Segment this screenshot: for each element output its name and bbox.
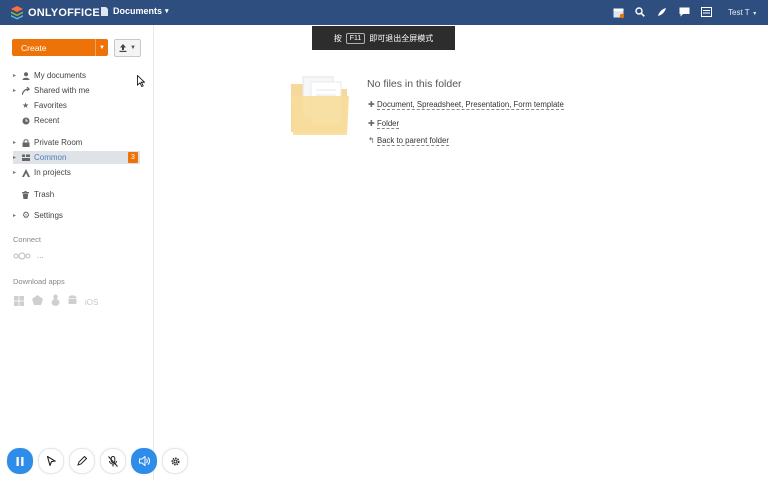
- sidebar: Create ▼ ▼ ▸ My documents ▸ Shared with …: [0, 25, 154, 480]
- module-switcher[interactable]: Documents ▾: [101, 6, 169, 16]
- upload-icon: [119, 44, 127, 52]
- mic-muted-icon: [108, 455, 118, 467]
- feed-icon[interactable]: [656, 6, 668, 18]
- expand-arrow-icon[interactable]: ▸: [13, 154, 22, 161]
- nextcloud-icon[interactable]: [13, 252, 31, 260]
- sidebar-item-settings[interactable]: ▸ ⚙ Settings: [13, 209, 140, 222]
- settings-button[interactable]: [162, 448, 188, 474]
- create-button[interactable]: Create ▼: [12, 39, 108, 56]
- chevron-down-icon: ▾: [165, 8, 169, 15]
- empty-folder-illustration: [289, 74, 351, 141]
- more-services-link[interactable]: ...: [37, 251, 44, 260]
- sidebar-item-recent[interactable]: Recent: [13, 114, 140, 127]
- pointer-button[interactable]: [38, 448, 64, 474]
- cursor-icon: [46, 456, 56, 466]
- fullscreen-toast: 按 F11 即可退出全屏模式: [312, 26, 455, 50]
- toast-key: F11: [345, 32, 366, 44]
- gear-icon: ⚙: [22, 210, 31, 220]
- pause-button[interactable]: [7, 448, 33, 474]
- chevron-down-icon: ▾: [751, 11, 757, 17]
- connect-label: Connect: [13, 235, 41, 244]
- expand-arrow-icon[interactable]: ▸: [13, 169, 22, 176]
- sidebar-item-label: Recent: [34, 116, 60, 125]
- back-arrow-icon: ↰: [368, 136, 375, 145]
- create-file-types[interactable]: Document, Spreadsheet, Presentation, For…: [377, 100, 564, 110]
- documents-icon: [101, 6, 108, 16]
- logo-text: ONLYOFFICE: [28, 6, 100, 19]
- list-icon[interactable]: [700, 6, 712, 18]
- top-bar: ONLYOFFICE Documents ▾ Test T ▾: [0, 0, 768, 25]
- chevron-down-icon[interactable]: ▼: [96, 45, 108, 51]
- logo-icon: [11, 5, 23, 19]
- mouse-cursor-icon: [137, 75, 145, 87]
- sidebar-item-label: Common: [34, 153, 67, 162]
- folder-group-icon: [22, 154, 34, 161]
- star-icon: ★: [22, 101, 30, 110]
- chevron-down-icon: ▼: [130, 45, 136, 51]
- android-icon[interactable]: [67, 293, 78, 311]
- create-folder-label[interactable]: Folder: [377, 119, 400, 129]
- share-icon: [22, 86, 34, 95]
- sidebar-item-label: Private Room: [34, 138, 83, 147]
- folder-icon: [291, 76, 349, 135]
- recorder-controls: [7, 448, 193, 474]
- lock-icon: [22, 138, 34, 147]
- mic-muted-button[interactable]: [100, 448, 126, 474]
- sidebar-item-label: In projects: [34, 168, 71, 177]
- clock-icon: [22, 117, 34, 125]
- expand-arrow-icon[interactable]: ▸: [13, 87, 22, 94]
- create-label: Create: [21, 42, 47, 53]
- gear-icon: [171, 457, 179, 465]
- plus-icon: ✚: [368, 100, 375, 109]
- pen-button[interactable]: [69, 448, 95, 474]
- pen-icon: [77, 456, 87, 466]
- sidebar-item-in-projects[interactable]: ▸ In projects: [13, 166, 140, 179]
- sidebar-item-label: Trash: [34, 190, 55, 199]
- sidebar-item-trash[interactable]: Trash: [13, 188, 140, 201]
- sidebar-item-common[interactable]: ▸ Common 3: [13, 151, 140, 164]
- sidebar-item-label: My documents: [34, 71, 87, 80]
- expand-arrow-icon[interactable]: ▸: [13, 212, 22, 219]
- search-icon[interactable]: [634, 6, 646, 18]
- upload-button[interactable]: ▼: [114, 39, 141, 57]
- sidebar-item-my-documents[interactable]: ▸ My documents: [13, 69, 140, 82]
- module-label: Documents: [113, 6, 163, 16]
- chat-icon[interactable]: [678, 6, 690, 18]
- sidebar-item-favorites[interactable]: ★ Favorites: [13, 99, 140, 112]
- empty-folder-title: No files in this folder: [367, 78, 462, 90]
- sidebar-item-private-room[interactable]: ▸ Private Room: [13, 136, 140, 149]
- create-folder-link[interactable]: ✚ Folder: [368, 119, 400, 129]
- toast-text-post: 即可退出全屏模式: [369, 33, 434, 43]
- expand-arrow-icon[interactable]: ▸: [13, 139, 22, 146]
- sidebar-item-label: Settings: [34, 211, 63, 220]
- sidebar-item-shared-with-me[interactable]: ▸ Shared with me: [13, 84, 140, 97]
- speaker-button[interactable]: [131, 448, 157, 474]
- projects-icon: [22, 168, 34, 177]
- macos-icon[interactable]: [31, 293, 44, 311]
- new-count-badge[interactable]: 3: [128, 152, 138, 163]
- user-name: Test T: [728, 8, 750, 17]
- person-icon: [22, 71, 34, 80]
- linux-icon[interactable]: [51, 293, 60, 311]
- create-file-link[interactable]: ✚ Document, Spreadsheet, Presentation, Fo…: [368, 100, 564, 110]
- ios-link[interactable]: iOS: [85, 298, 98, 307]
- onlyoffice-logo[interactable]: ONLYOFFICE: [11, 5, 100, 20]
- trash-icon: [22, 190, 34, 199]
- download-apps: iOS: [14, 293, 105, 311]
- pause-icon: [16, 456, 24, 466]
- back-to-parent-label[interactable]: Back to parent folder: [377, 136, 449, 146]
- calendar-icon[interactable]: [612, 6, 624, 18]
- sidebar-item-label: Shared with me: [34, 86, 90, 95]
- windows-icon[interactable]: [14, 293, 24, 311]
- speaker-icon: [138, 456, 150, 466]
- toast-text-pre: 按: [333, 33, 342, 43]
- download-apps-label: Download apps: [13, 277, 65, 286]
- sidebar-item-label: Favorites: [34, 101, 67, 110]
- expand-arrow-icon[interactable]: ▸: [13, 72, 22, 79]
- user-menu[interactable]: Test T ▾: [728, 8, 756, 17]
- connect-services: ...: [13, 251, 44, 260]
- plus-icon: ✚: [368, 119, 375, 128]
- back-to-parent-link[interactable]: ↰ Back to parent folder: [368, 136, 449, 146]
